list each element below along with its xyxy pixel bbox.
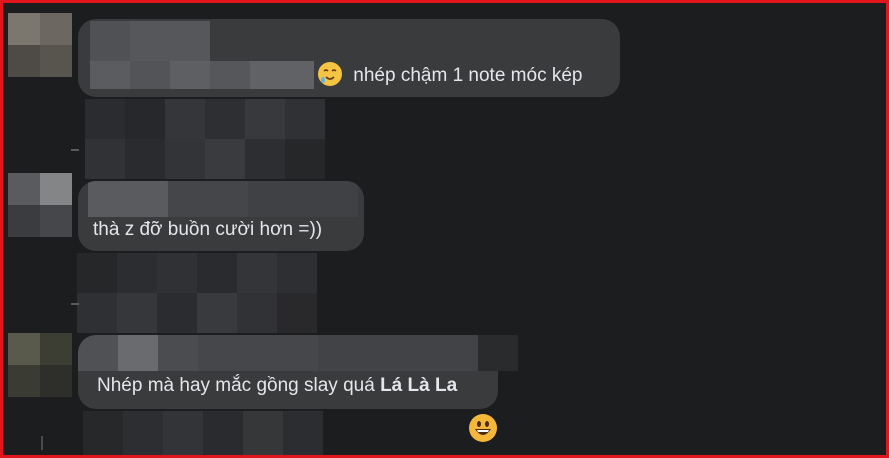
blurred-sender-name bbox=[88, 181, 358, 217]
message-bubble[interactable]: Nhép mà hay mắc gồng slay quá Lá Là La bbox=[78, 335, 498, 409]
message-text: thà z đỡ buồn cười hơn =)) bbox=[93, 219, 323, 240]
message-text: Nhép mà hay mắc gồng slay quá Lá Là La bbox=[97, 375, 458, 396]
message-bubble[interactable]: nhép chậm 1 note móc kép bbox=[78, 19, 620, 97]
pixelated-image bbox=[85, 99, 325, 179]
blurred-message-text bbox=[90, 61, 314, 89]
message-text: nhép chậm 1 note móc kép bbox=[318, 62, 582, 87]
pixelated-image bbox=[83, 411, 323, 455]
avatar[interactable] bbox=[8, 333, 72, 397]
pixelated-image bbox=[77, 253, 317, 333]
avatar[interactable] bbox=[8, 173, 72, 237]
grinning-face-reaction-icon[interactable] bbox=[469, 414, 497, 442]
message-bubble[interactable]: thà z đỡ buồn cười hơn =)) bbox=[78, 181, 364, 251]
chat-screenshot-frame: nhép chậm 1 note móc kép thà z đỡ buồn c… bbox=[0, 0, 889, 458]
crying-smiling-face-icon bbox=[318, 62, 342, 86]
blurred-sender-name bbox=[90, 21, 210, 61]
avatar[interactable] bbox=[8, 13, 72, 77]
blurred-sender-name bbox=[78, 335, 478, 371]
